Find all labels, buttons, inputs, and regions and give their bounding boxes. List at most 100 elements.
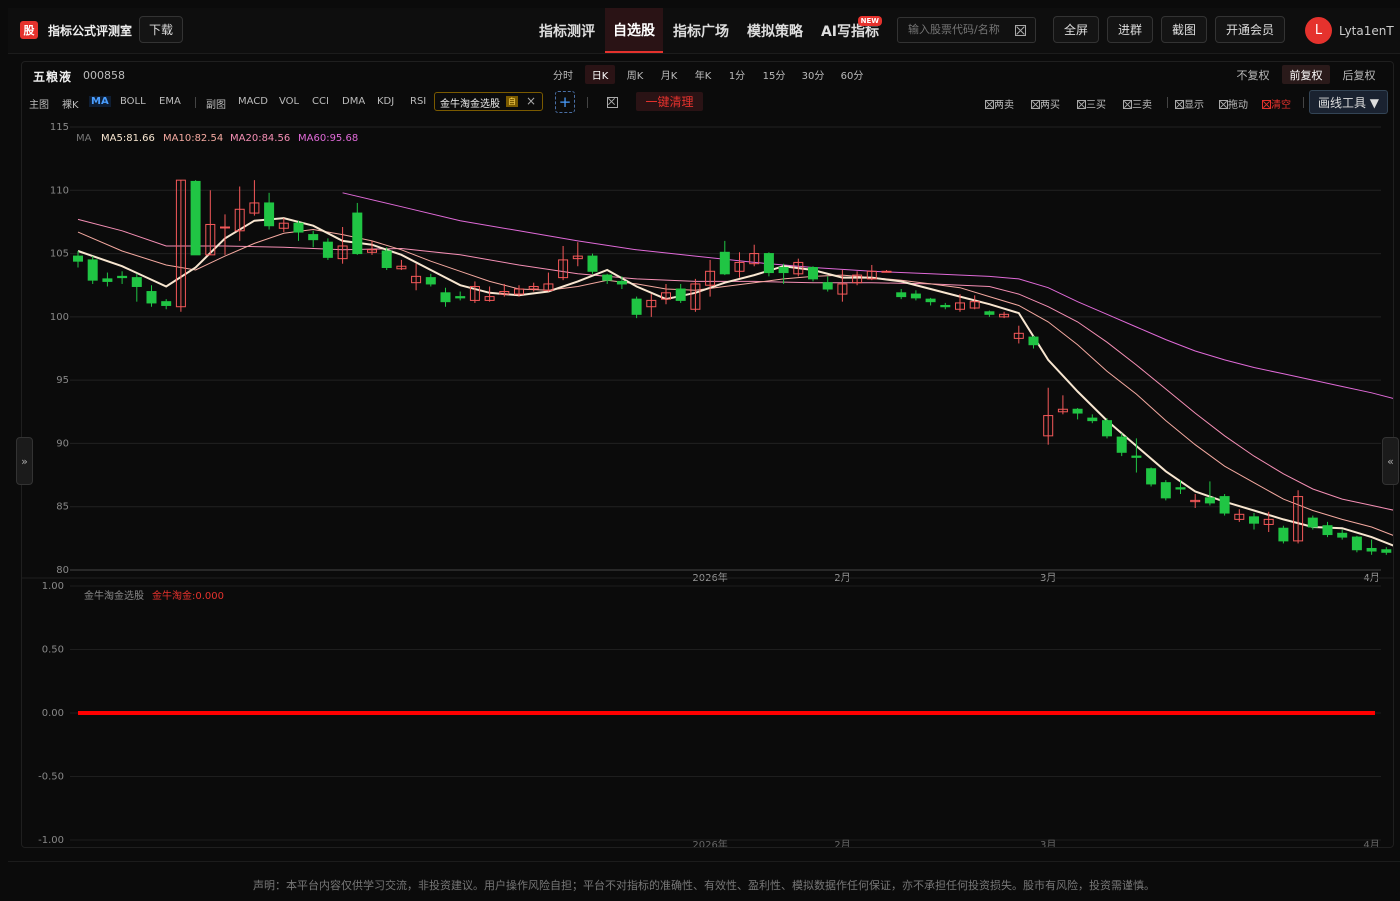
- indicator-naked-k[interactable]: 裸K: [62, 96, 79, 111]
- x-tick-label: 4月: [1363, 839, 1379, 847]
- checkbox-icon[interactable]: [1219, 100, 1228, 109]
- candle-body: [73, 255, 83, 262]
- period-yearly[interactable]: 年K: [690, 65, 716, 84]
- candle-body: [264, 202, 275, 227]
- indicator-dma[interactable]: DMA: [342, 96, 365, 107]
- candle-body: [1131, 455, 1142, 458]
- new-badge: NEW: [857, 16, 882, 26]
- filter-three-buy[interactable]: 三买: [1077, 96, 1106, 111]
- open-vip-button[interactable]: 开通会员: [1215, 16, 1285, 43]
- stock-search[interactable]: [897, 17, 1036, 43]
- checkbox-icon[interactable]: [1031, 100, 1040, 109]
- y-tick-label: 90: [56, 438, 69, 449]
- collapse-right-toggle[interactable]: «: [1382, 437, 1399, 485]
- period-60min[interactable]: 60分: [837, 65, 867, 84]
- candle-body: [822, 282, 833, 290]
- filter-clear[interactable]: 清空: [1262, 96, 1291, 111]
- candle-body: [146, 291, 157, 304]
- checkbox-icon[interactable]: [1262, 100, 1271, 109]
- divider: [1167, 97, 1168, 108]
- candle-body: [455, 296, 466, 299]
- filter-show[interactable]: 显示: [1175, 96, 1204, 111]
- indicator-ma[interactable]: MA: [89, 96, 111, 107]
- candle-body: [293, 222, 304, 233]
- user-name[interactable]: Lyta1enT: [1339, 24, 1394, 38]
- nav-watchlist[interactable]: 自选股: [605, 8, 663, 53]
- sub-chart-title: 金牛淘金选股: [84, 589, 144, 602]
- period-intraday[interactable]: 分时: [550, 65, 576, 84]
- indicator-vol[interactable]: VOL: [279, 96, 299, 107]
- candle-body: [910, 293, 921, 299]
- close-icon[interactable]: ×: [526, 94, 536, 108]
- filter-two-sell[interactable]: 两卖: [985, 96, 1014, 111]
- collapse-left-toggle[interactable]: »: [16, 437, 33, 485]
- candle-body: [1337, 532, 1348, 538]
- y-tick-label: 115: [50, 122, 69, 133]
- nav-indicator-review[interactable]: 指标测评: [537, 8, 597, 53]
- candle-body: [896, 292, 907, 298]
- period-30min[interactable]: 30分: [798, 65, 828, 84]
- indicator-cci[interactable]: CCI: [312, 96, 329, 107]
- filter-drag[interactable]: 拖动: [1219, 96, 1248, 111]
- indicator-rsi[interactable]: RSI: [410, 96, 426, 107]
- nav-ai-indicator[interactable]: AI写指标 NEW: [820, 8, 882, 53]
- sub-indicator-label: 副图: [206, 100, 226, 111]
- candle-body: [1278, 527, 1289, 542]
- candle-body: [631, 298, 642, 315]
- candle-body: [984, 311, 995, 315]
- candle-body: [117, 275, 128, 279]
- indicator-kdj[interactable]: KDJ: [377, 96, 394, 107]
- checkbox-icon[interactable]: [1077, 100, 1086, 109]
- candle-body: [352, 212, 363, 255]
- candle-body: [1366, 547, 1377, 552]
- kline-chart[interactable]: 115 110 105 100 95 90 85 80 2026年 2月 3月 4月 1.00 0.5…: [22, 117, 1393, 847]
- fullscreen-button[interactable]: 全屏: [1053, 16, 1099, 43]
- period-1min[interactable]: 1分: [725, 65, 749, 84]
- period-daily[interactable]: 日K: [585, 65, 615, 84]
- adjust-none[interactable]: 不复权: [1230, 65, 1276, 84]
- filter-three-sell[interactable]: 三卖: [1123, 96, 1152, 111]
- close-box-icon[interactable]: [607, 97, 618, 108]
- checkbox-icon[interactable]: [1175, 100, 1184, 109]
- candle-body: [1087, 417, 1098, 422]
- clear-all-button[interactable]: 一键清理: [636, 92, 703, 111]
- app-name[interactable]: 指标公式评测室: [48, 22, 132, 39]
- download-button[interactable]: 下载: [139, 16, 183, 43]
- join-group-button[interactable]: 进群: [1107, 16, 1153, 43]
- app-logo[interactable]: 股: [20, 21, 38, 39]
- nav-indicator-square[interactable]: 指标广场: [671, 8, 731, 53]
- period-weekly[interactable]: 周K: [622, 65, 648, 84]
- candle-body: [425, 277, 436, 285]
- candle-body: [1351, 536, 1362, 551]
- candle-body: [1175, 487, 1186, 490]
- footer: 声明：本平台内容仅供学习交流，非投资建议。用户操作风险自担；平台不对指标的准确性…: [8, 861, 1400, 901]
- indicator-boll[interactable]: BOLL: [120, 96, 146, 107]
- candle-body: [87, 259, 98, 281]
- period-monthly[interactable]: 月K: [656, 65, 682, 84]
- period-15min[interactable]: 15分: [759, 65, 789, 84]
- y-tick-label: 110: [50, 185, 69, 196]
- screenshot-button[interactable]: 截图: [1161, 16, 1207, 43]
- candle-body: [925, 298, 936, 303]
- ma-legend-title: MA: [76, 133, 92, 144]
- draw-tool-button[interactable]: 画线工具 ▼: [1309, 90, 1388, 114]
- checkbox-icon[interactable]: [1123, 100, 1132, 109]
- indicator-ema[interactable]: EMA: [159, 96, 181, 107]
- candle-body: [1072, 408, 1083, 414]
- add-indicator-button[interactable]: +: [555, 91, 575, 113]
- avatar[interactable]: L: [1305, 17, 1332, 44]
- indicator-macd[interactable]: MACD: [238, 96, 268, 107]
- candle-body: [616, 280, 627, 285]
- search-input[interactable]: [906, 22, 1018, 37]
- x-tick-label: 2026年: [692, 838, 727, 847]
- candle-body: [1307, 517, 1318, 528]
- adjust-backward[interactable]: 后复权: [1336, 65, 1382, 84]
- nav-sim-strategy[interactable]: 模拟策略: [745, 8, 805, 53]
- adjust-forward[interactable]: 前复权: [1282, 65, 1330, 84]
- custom-indicator-chip[interactable]: 金牛淘金选股 自 ×: [434, 92, 543, 111]
- filter-two-buy[interactable]: 两买: [1031, 96, 1060, 111]
- stock-name: 五粮液: [33, 70, 73, 84]
- checkbox-icon[interactable]: [985, 100, 994, 109]
- clear-search-icon[interactable]: [1015, 25, 1026, 36]
- candle-body: [1028, 336, 1039, 346]
